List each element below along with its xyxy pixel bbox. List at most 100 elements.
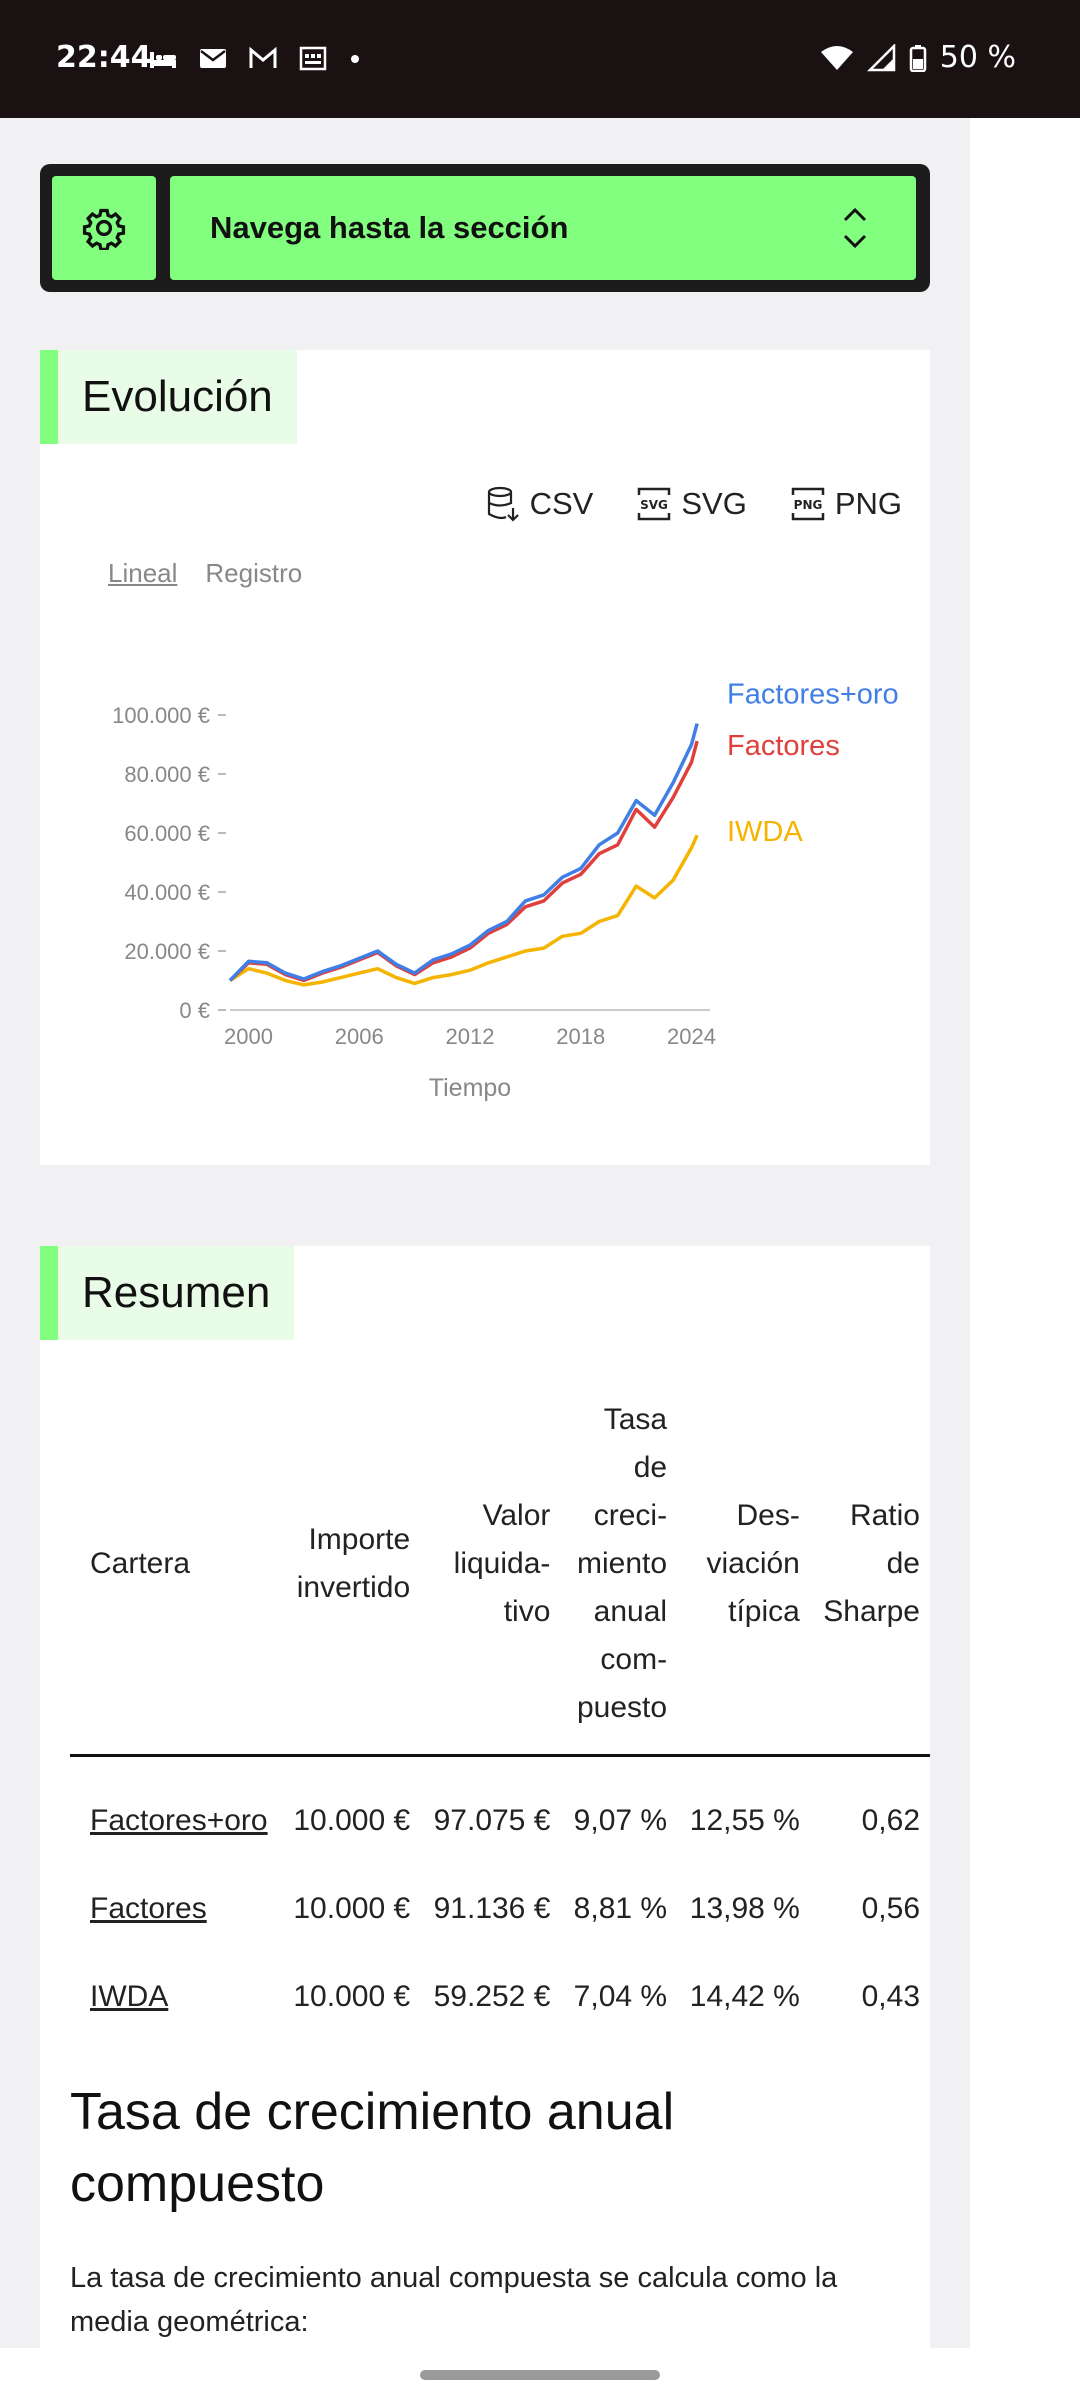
summary-title: Resumen	[82, 1268, 271, 1317]
portfolio-cell[interactable]: IWDA	[70, 1953, 280, 2041]
gesture-nav-handle[interactable]	[420, 2370, 660, 2380]
scale-toggle: Lineal Registro	[108, 558, 302, 589]
column-header-line: Sharpe	[823, 1595, 920, 1628]
calendar-icon	[299, 46, 327, 71]
table-cell: 9,07 %	[573, 1804, 668, 1837]
evolution-heading: Evolución	[40, 350, 297, 444]
series-line-factores	[228, 740, 699, 983]
column-header-line: creci-	[593, 1499, 668, 1532]
column-header: Tasa de creci-miento anual com-puesto	[560, 1396, 678, 1757]
cagr-heading: Tasa de crecimiento anual compuesto	[70, 2083, 675, 2213]
section-navigation-bar: Navega hasta la sección	[40, 164, 930, 292]
column-header-line: com-	[600, 1643, 668, 1676]
download-png-button[interactable]: PNG PNG	[791, 486, 902, 522]
portfolio-cell[interactable]: Factores	[70, 1865, 280, 1953]
database-download-icon	[487, 486, 519, 522]
column-header-line: miento	[577, 1547, 668, 1580]
table-cell: 0,56	[861, 1892, 920, 1925]
column-header-line: típica	[728, 1595, 800, 1628]
signal-icon	[866, 43, 896, 71]
summary-heading: Resumen	[40, 1246, 295, 1340]
chevron-up-down-icon	[843, 207, 867, 249]
y-tick-label: 100.000 €	[112, 703, 210, 728]
gear-icon	[82, 208, 126, 250]
x-tick-label: 2018	[556, 1024, 605, 1049]
y-tick-label: 40.000 €	[124, 880, 210, 905]
table-cell: 12,55 %	[689, 1804, 800, 1837]
column-header-line: Importe	[308, 1523, 411, 1556]
svg-text:PNG: PNG	[793, 498, 822, 512]
battery-level: 50 %	[939, 40, 1016, 75]
section-select-label: Navega hasta la sección	[210, 210, 569, 245]
column-header: Cartera	[70, 1396, 281, 1757]
table-cell: 0,62	[861, 1804, 920, 1837]
table-cell: 91.136 €	[433, 1892, 551, 1925]
summary-table: Cartera Importe invertido Valor liquida-tivo…	[70, 1396, 930, 2041]
table-cell: 13,98 %	[689, 1892, 800, 1925]
download-csv-label: CSV	[529, 486, 594, 521]
gmail-icon	[249, 46, 277, 68]
column-header: Ratio de Sharpe	[809, 1396, 930, 1757]
download-buttons: CSV SVG SVG PNG PNG	[486, 486, 902, 522]
png-file-icon: PNG	[791, 487, 825, 521]
evolution-title: Evolución	[82, 372, 273, 421]
summary-card: Resumen Cartera Importe invertido Valor liqu…	[40, 1246, 930, 2348]
portfolio-link[interactable]: IWDA	[90, 1980, 168, 2013]
mail-icon	[200, 49, 226, 68]
page-overflow-area	[970, 118, 1080, 2348]
table-cell: 10.000 €	[293, 1804, 411, 1837]
table-cell: 59.252 €	[433, 1980, 551, 2013]
settings-button[interactable]	[52, 176, 156, 280]
portfolio-link[interactable]: Factores+oro	[90, 1804, 268, 1837]
column-header-line: liquida-	[453, 1547, 551, 1580]
table-cell: 14,42 %	[689, 1980, 800, 2013]
x-tick-label: 2012	[446, 1024, 495, 1049]
series-line-factores-oro	[228, 723, 699, 982]
dot-icon	[351, 55, 359, 63]
x-tick-label: 2024	[667, 1024, 716, 1049]
column-header-line: tivo	[503, 1595, 551, 1628]
scale-log-button[interactable]: Registro	[205, 558, 302, 589]
series-label: Factores	[727, 730, 840, 762]
cagr-paragraph: La tasa de crecimiento anual compuesta s…	[70, 2262, 838, 2338]
section-select[interactable]: Navega hasta la sección	[170, 176, 916, 280]
table-cell: 7,04 %	[573, 1980, 668, 2013]
evolution-card: Evolución CSV SVG SVG PNG PNG Lineal Reg…	[40, 350, 930, 1165]
status-time: 22:44	[56, 40, 152, 75]
portfolio-link[interactable]: Factores	[90, 1892, 207, 1925]
table-cell: 8,81 %	[573, 1892, 668, 1925]
bed-icon	[150, 52, 176, 68]
x-tick-label: 2000	[224, 1024, 273, 1049]
table-cell: 10.000 €	[293, 1892, 411, 1925]
table-cell: 0,43	[861, 1980, 920, 2013]
portfolio-cell[interactable]: Factores+oro	[70, 1756, 280, 1866]
column-header: Importe invertido	[280, 1396, 421, 1757]
svg-file-icon: SVG	[638, 487, 671, 521]
column-header: Des-viación típica	[677, 1396, 810, 1757]
table-row: Factores+oro 10.000 € 97.075 € 9,07 % 12,55 …	[70, 1756, 930, 1866]
download-svg-button[interactable]: SVG SVG	[637, 486, 747, 522]
scale-linear-button[interactable]: Lineal	[108, 558, 177, 589]
column-header-line: anual	[593, 1595, 668, 1628]
column-header-line: Ratio	[849, 1499, 920, 1532]
svg-text:SVG: SVG	[640, 498, 668, 512]
y-tick-label: 60.000 €	[124, 821, 210, 846]
x-tick-label: 2006	[335, 1024, 384, 1049]
table-row: Factores 10.000 € 91.136 € 8,81 % 13,98 % 0,5…	[70, 1865, 930, 1953]
column-header-line: Tasa	[603, 1403, 668, 1436]
table-cell: 10.000 €	[293, 1980, 411, 2013]
x-axis-label: Tiempo	[429, 1074, 511, 1102]
status-bar: 22:44 50 %	[0, 0, 1080, 118]
y-tick-label: 20.000 €	[124, 939, 210, 964]
series-label: IWDA	[727, 816, 803, 848]
series-line-iwda	[229, 834, 699, 987]
column-header-line: Cartera	[90, 1547, 191, 1580]
notification-icons	[148, 44, 362, 72]
download-csv-button[interactable]: CSV	[486, 486, 594, 522]
battery-icon	[909, 44, 927, 72]
table-row: IWDA 10.000 € 59.252 € 7,04 % 14,42 % 0,43	[70, 1953, 930, 2041]
column-header-line: Valor	[482, 1499, 551, 1532]
column-header-line: invertido	[296, 1571, 411, 1604]
series-label: Factores+oro	[727, 679, 899, 711]
system-icons: 50 %	[820, 40, 1016, 75]
